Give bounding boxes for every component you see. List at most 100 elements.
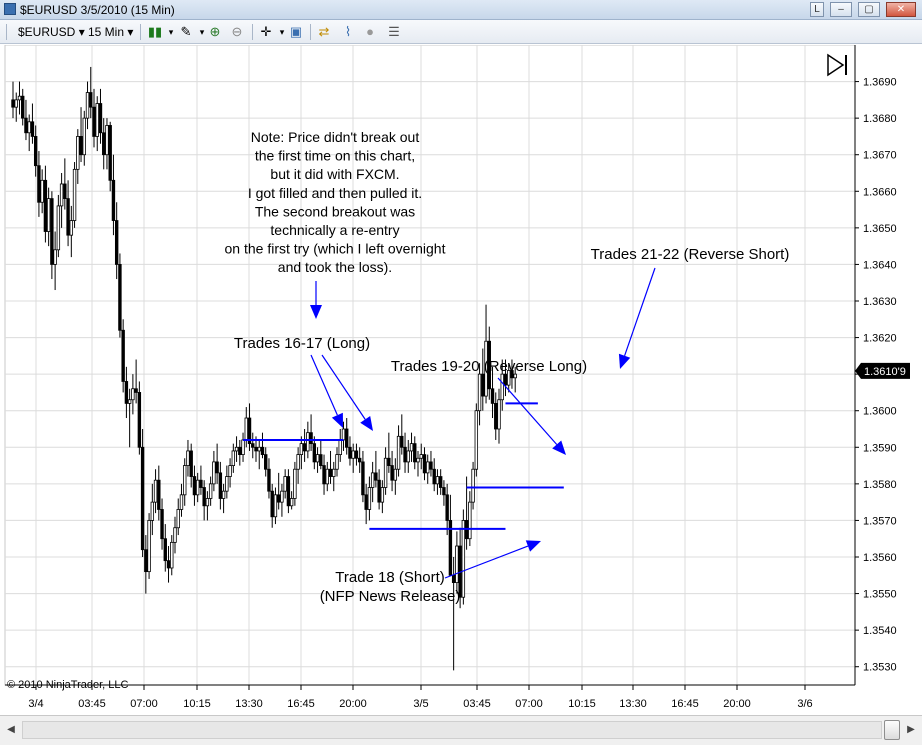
candle-body bbox=[413, 443, 417, 463]
scroll-to-end-icon[interactable] bbox=[827, 53, 847, 77]
y-tick-label: 1.3580 bbox=[863, 479, 897, 491]
candle-body bbox=[435, 476, 440, 485]
candle-body bbox=[127, 399, 132, 404]
annotation-arrow-head bbox=[618, 353, 631, 369]
candle-body bbox=[40, 179, 44, 203]
candle-body bbox=[361, 461, 365, 496]
annotation-text: on the first try (which I left overnight bbox=[225, 241, 446, 257]
candle-body bbox=[102, 132, 106, 156]
data-box-icon[interactable]: ▣ bbox=[288, 24, 304, 40]
candle-body bbox=[312, 443, 317, 463]
candle-body bbox=[264, 454, 268, 470]
indicators-icon[interactable]: ⌇ bbox=[340, 24, 356, 40]
candle-body bbox=[280, 490, 284, 503]
candle-body bbox=[27, 121, 31, 134]
scroll-thumb[interactable] bbox=[884, 720, 900, 740]
candle-body bbox=[205, 498, 210, 507]
candle-body bbox=[89, 92, 93, 108]
candle-body bbox=[50, 198, 54, 265]
toolbar-grip bbox=[6, 24, 7, 40]
y-tick-label: 1.3660 bbox=[863, 186, 897, 198]
candle-body bbox=[429, 461, 433, 470]
crosshair-icon[interactable]: ✛ bbox=[258, 24, 274, 40]
candle-body bbox=[199, 479, 203, 488]
candle-body bbox=[289, 498, 294, 507]
close-button[interactable]: ✕ bbox=[886, 2, 916, 17]
last-price-marker: 1.3610'9 bbox=[855, 362, 910, 379]
scroll-left-icon[interactable]: ◀ bbox=[4, 722, 18, 738]
candle-body bbox=[315, 454, 320, 463]
strategies-icon[interactable]: ⇄ bbox=[316, 24, 332, 40]
candle-body bbox=[497, 399, 501, 430]
candle-body bbox=[30, 121, 35, 137]
zoom-in-icon[interactable]: ⊕ bbox=[207, 24, 223, 40]
candlestick-chart[interactable]: 3/4 03:45 07:00 10:15 13:30 16:45 20:00 3/5 03:4… bbox=[0, 44, 922, 715]
annotation-text: I got filled and then pulled it. bbox=[248, 185, 422, 201]
properties-icon[interactable]: ☰ bbox=[386, 24, 402, 40]
candle-body bbox=[14, 99, 18, 108]
candle-body bbox=[254, 446, 258, 452]
zoom-out-icon[interactable]: ⊖ bbox=[229, 24, 245, 40]
candle-body bbox=[406, 450, 410, 463]
x-tick-label: 20:00 bbox=[723, 698, 751, 710]
y-tick-label: 1.3600 bbox=[863, 406, 897, 418]
minimize-button[interactable]: – bbox=[830, 2, 852, 17]
scroll-track[interactable] bbox=[22, 721, 882, 739]
candle-body bbox=[192, 476, 197, 496]
candle-body bbox=[131, 388, 135, 401]
y-tick-label: 1.3540 bbox=[863, 625, 897, 637]
candle-body bbox=[335, 454, 339, 470]
candle-body bbox=[124, 381, 129, 404]
candle-body bbox=[121, 329, 125, 382]
candle-body bbox=[503, 373, 508, 386]
candle-body bbox=[468, 501, 472, 540]
candle-body bbox=[215, 461, 219, 474]
y-tick-label: 1.3640 bbox=[863, 259, 897, 271]
link-button[interactable]: L bbox=[810, 2, 824, 17]
y-tick-label: 1.3620 bbox=[863, 333, 897, 345]
candle-body bbox=[322, 465, 326, 485]
x-axis: 3/4 03:45 07:00 10:15 13:30 16:45 20:00 3/5 03:4… bbox=[5, 684, 855, 710]
chart-toolbar: $EURUSD ▾ 15 Min ▾ ▮▮ ▾ ✎ ▾ ⊕ ⊖ ✛ ▾ ▣ ⇄ … bbox=[0, 20, 922, 44]
candle-body bbox=[419, 454, 423, 459]
x-tick-label: 3/4 bbox=[28, 698, 43, 710]
candle-body bbox=[212, 461, 216, 485]
annotation-text: Trades 21-22 (Reverse Short) bbox=[591, 246, 790, 263]
copyright-text: © 2010 NinjaTrader, LLC bbox=[7, 679, 128, 691]
annotation-arrow-shaft bbox=[497, 377, 558, 445]
y-tick-label: 1.3530 bbox=[863, 662, 897, 674]
y-tick-label: 1.3590 bbox=[863, 442, 897, 454]
candle-body bbox=[69, 220, 74, 236]
candle-body bbox=[92, 106, 96, 137]
instrument-selector[interactable]: $EURUSD ▾ bbox=[18, 24, 85, 40]
candle-body bbox=[37, 165, 41, 203]
candle-body bbox=[17, 95, 22, 101]
chart-style-icon[interactable]: ▮▮ bbox=[147, 24, 163, 40]
candle-body bbox=[481, 373, 485, 397]
window-title: $EURUSD 3/5/2010 (15 Min) bbox=[20, 3, 175, 17]
candle-body bbox=[438, 476, 443, 488]
candle-body bbox=[380, 487, 385, 503]
chart-panel[interactable]: 3/4 03:45 07:00 10:15 13:30 16:45 20:00 3/5 03:4… bbox=[0, 44, 922, 715]
candle-body bbox=[56, 205, 61, 251]
candle-body bbox=[195, 479, 200, 496]
candle-body bbox=[234, 446, 239, 452]
candle-body bbox=[63, 183, 67, 200]
candle-body bbox=[231, 450, 236, 466]
horizontal-scrollbar[interactable]: ◀ ▶ bbox=[0, 715, 922, 745]
maximize-button[interactable]: ▢ bbox=[858, 2, 880, 17]
candle-body bbox=[477, 373, 482, 412]
x-tick-label: 10:15 bbox=[183, 698, 211, 710]
candle-body bbox=[403, 446, 407, 463]
drawing-tools-icon[interactable]: ✎ bbox=[178, 24, 194, 40]
candle-body bbox=[251, 443, 255, 448]
interval-selector[interactable]: 15 Min ▾ bbox=[88, 24, 133, 40]
candle-body bbox=[409, 443, 414, 452]
candle-body bbox=[95, 103, 99, 137]
circle-icon[interactable]: ● bbox=[362, 24, 378, 40]
candle-body bbox=[293, 468, 297, 499]
scroll-right-icon[interactable]: ▶ bbox=[904, 722, 918, 738]
chevron-down-icon[interactable]: ▾ bbox=[163, 24, 179, 40]
candle-body bbox=[228, 465, 232, 477]
candle-body bbox=[11, 99, 15, 108]
